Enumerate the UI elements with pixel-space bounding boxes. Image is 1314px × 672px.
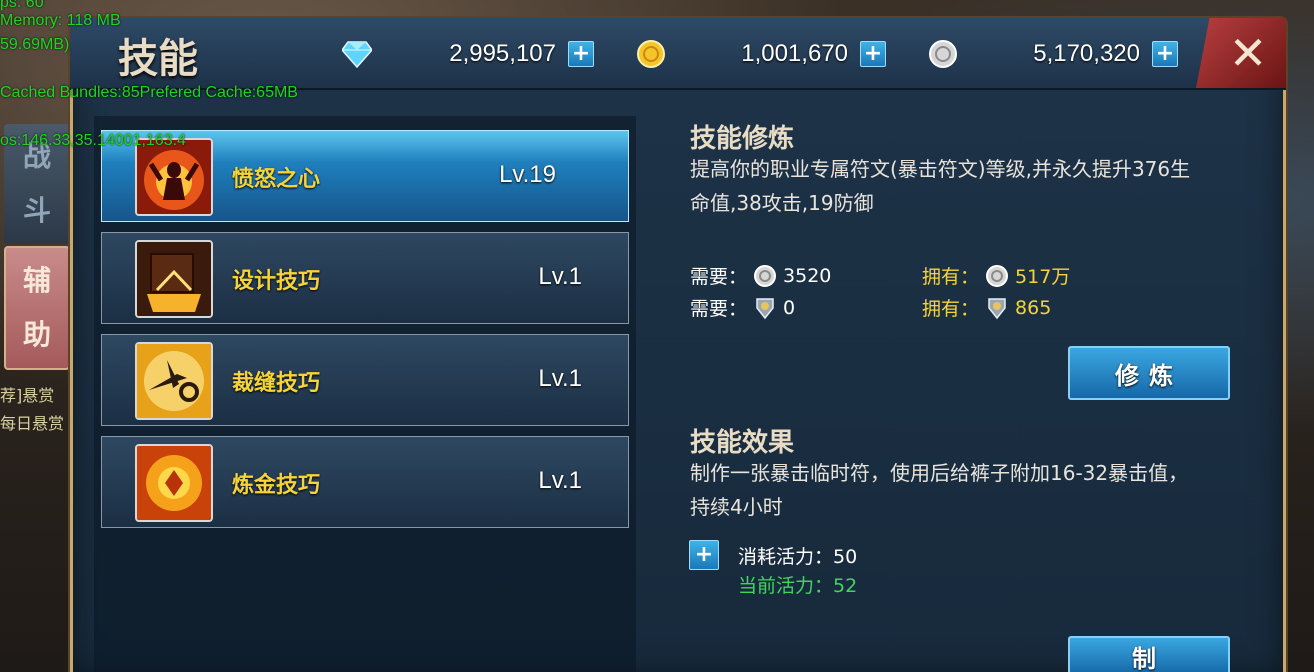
owned-medal: 拥有： 865 <box>922 294 1051 321</box>
skill-level: Lv.19 <box>499 161 556 188</box>
requirement-silver-value: 3520 <box>783 264 832 287</box>
skill-level: Lv.1 <box>538 467 582 494</box>
silver-count: 5,170,320 <box>1033 40 1140 67</box>
tab-fight-char2: 斗 <box>22 194 51 227</box>
diamond-icon <box>342 39 372 69</box>
skill-level: Lv.1 <box>538 263 582 290</box>
skill-row-alchemy[interactable]: 炼金技巧 Lv.1 <box>101 436 629 528</box>
tailoring-skill-icon <box>135 342 213 420</box>
debug-position: os:146.33,35.14001,163.4 <box>0 132 186 149</box>
skill-level: Lv.1 <box>538 365 582 392</box>
page-title: 技能 <box>118 35 198 82</box>
vitality-cost: 消耗活力：50 <box>738 546 858 568</box>
requirement-medal-value: 0 <box>783 296 796 319</box>
skill-name: 设计技巧 <box>232 269 321 294</box>
skill-row-tailoring[interactable]: 裁缝技巧 Lv.1 <box>101 334 629 426</box>
vitality-current: 当前活力：52 <box>738 575 858 597</box>
requirement-label: 需要： <box>690 266 748 288</box>
diamond-count: 2,995,107 <box>449 40 556 67</box>
debug-memory-detail: 59.69MB) <box>0 36 70 53</box>
alchemy-skill-icon <box>135 444 213 522</box>
debug-fps: ps: 60 <box>0 0 44 11</box>
owned-label: 拥有： <box>922 266 980 288</box>
tab-assist-char2: 助 <box>22 318 51 351</box>
skill-row-design[interactable]: 设计技巧 Lv.1 <box>101 232 629 324</box>
craft-button[interactable]: 制 <box>1068 636 1230 672</box>
training-description: 提高你的职业专属符文(暴击符文)等级,并永久提升376生命值,38攻击,19防御 <box>690 157 1191 215</box>
add-vitality-button[interactable]: + <box>689 540 719 570</box>
bounty-link-daily[interactable]: 每日悬赏 <box>0 410 64 434</box>
owned-medal-value: 865 <box>1015 296 1052 319</box>
owned-label: 拥有： <box>922 298 980 320</box>
gold-coin-icon <box>636 39 666 69</box>
silver-coin-icon <box>928 39 958 69</box>
requirement-medal: 需要： 0 <box>690 294 795 321</box>
skill-name: 炼金技巧 <box>232 473 321 498</box>
silver-coin-icon <box>754 264 777 287</box>
silver-coin-icon <box>986 264 1009 287</box>
effect-description: 制作一张暴击临时符，使用后给裤子附加16-32暴击值，持续4小时 <box>690 461 1189 519</box>
train-button[interactable]: 修炼 <box>1068 346 1230 400</box>
owned-silver: 拥有： 517万 <box>922 262 1070 289</box>
medal-icon <box>756 297 774 319</box>
currency-gold: 1,001,670 + <box>636 38 886 70</box>
currency-diamond: 2,995,107 + <box>342 38 594 70</box>
debug-memory: Memory: 118 MB <box>0 12 121 29</box>
currency-silver: 5,170,320 + <box>928 38 1178 70</box>
close-button[interactable]: ✕ <box>1196 18 1286 88</box>
debug-cache: Cached Bundles:85Prefered Cache:65MB <box>0 84 298 101</box>
close-icon: ✕ <box>1228 26 1268 80</box>
add-gold-button[interactable]: + <box>860 41 886 67</box>
owned-silver-value: 517万 <box>1015 266 1071 288</box>
tab-assist-char1: 辅 <box>22 264 51 297</box>
skill-name: 裁缝技巧 <box>232 371 321 396</box>
design-skill-icon <box>135 240 213 318</box>
skill-name: 愤怒之心 <box>232 167 321 192</box>
effect-title: 技能效果 <box>690 428 795 458</box>
bounty-link-recommend[interactable]: 荐]悬赏 <box>0 382 54 406</box>
train-button-label: 修炼 <box>1115 361 1183 390</box>
tab-assist[interactable]: 辅 助 <box>4 246 70 370</box>
requirement-label: 需要： <box>690 298 748 320</box>
gold-count: 1,001,670 <box>741 40 848 67</box>
training-title: 技能修炼 <box>690 124 795 154</box>
medal-icon <box>988 297 1006 319</box>
craft-button-label: 制 <box>1132 644 1166 672</box>
requirement-silver: 需要： 3520 <box>690 262 831 289</box>
add-silver-button[interactable]: + <box>1152 41 1178 67</box>
add-diamond-button[interactable]: + <box>568 41 594 67</box>
